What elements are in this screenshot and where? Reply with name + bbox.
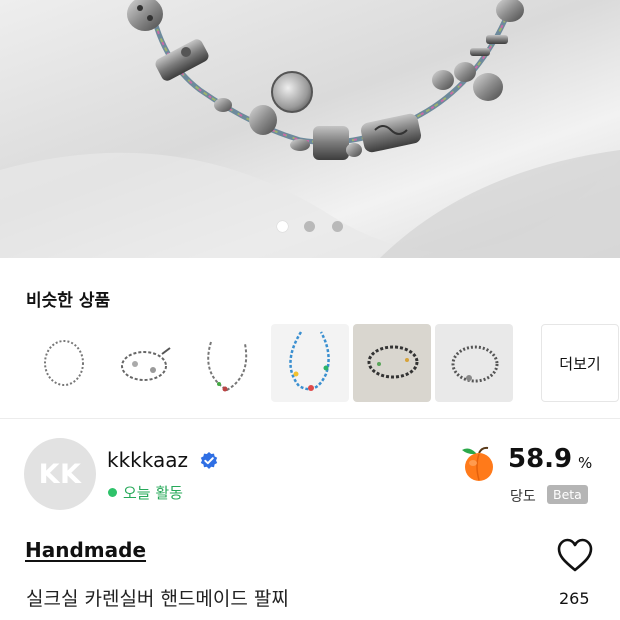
similar-products-list: 더보기 — [25, 324, 619, 402]
similar-product-thumb-3[interactable] — [189, 324, 267, 402]
pagination-dot-1[interactable] — [277, 221, 288, 232]
product-image-gallery[interactable] — [0, 0, 620, 258]
sweetness-unit: % — [578, 454, 593, 472]
product-title: 실크실 카렌실버 핸드메이드 팔찌 — [26, 588, 289, 610]
see-more-button[interactable]: 더보기 — [541, 324, 619, 402]
like-count: 265 — [559, 589, 590, 608]
seller-name[interactable]: kkkkaaz — [107, 448, 188, 472]
heart-outline-icon[interactable] — [556, 537, 594, 573]
similar-product-thumb-4[interactable] — [271, 324, 349, 402]
seller-activity-status: 오늘 활동 — [108, 482, 183, 503]
similar-product-thumb-1[interactable] — [25, 324, 103, 402]
online-dot-icon — [108, 488, 117, 497]
similar-products-title: 비슷한 상품 — [26, 291, 111, 311]
sweetness-label: 당도 — [510, 489, 536, 505]
pagination-dot-2[interactable] — [304, 221, 315, 232]
pagination-dot-3[interactable] — [332, 221, 343, 232]
beta-badge: Beta — [547, 485, 588, 504]
brand-link[interactable]: Handmade — [25, 538, 146, 562]
avatar-initials: KK — [38, 458, 82, 490]
similar-product-thumb-2[interactable] — [107, 324, 185, 402]
section-divider — [0, 418, 620, 419]
seller-avatar[interactable]: KK — [24, 438, 96, 510]
verified-check-icon — [200, 452, 218, 469]
similar-product-thumb-5[interactable] — [353, 324, 431, 402]
product-photo — [0, 0, 620, 258]
activity-label: 오늘 활동 — [123, 484, 183, 502]
peach-icon — [462, 446, 493, 481]
gallery-pagination[interactable] — [0, 221, 620, 233]
sweetness-value: 58.9 — [508, 444, 573, 474]
similar-product-thumb-6[interactable] — [435, 324, 513, 402]
see-more-label: 더보기 — [559, 354, 601, 373]
